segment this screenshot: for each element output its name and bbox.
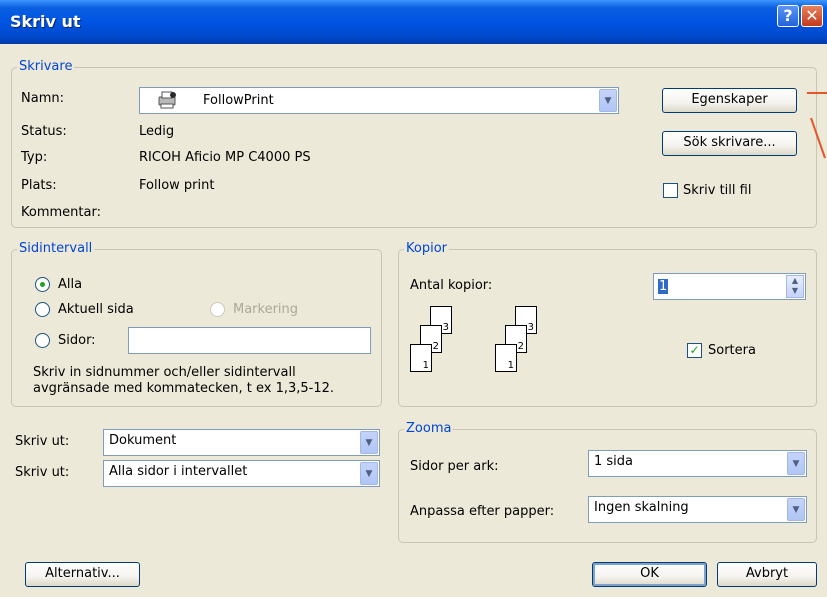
options-button[interactable]: Alternativ... [25, 562, 140, 587]
radio-selection [210, 302, 225, 317]
status-label: Status: [21, 124, 67, 139]
scale-select[interactable]: Ingen skalning ▼ [588, 496, 807, 523]
zoom-group: Zooma [398, 421, 817, 543]
copies-count-value: 1 [658, 279, 669, 294]
chevron-down-icon[interactable]: ▼ [360, 431, 378, 454]
print-what-value: Dokument [109, 433, 177, 448]
chevron-down-icon[interactable]: ▼ [787, 452, 805, 475]
pages-per-sheet-label: Sidor per ark: [410, 459, 499, 474]
properties-button-label: Egenskaper [691, 92, 768, 107]
ok-button-label: OK [640, 566, 659, 581]
radio-pages[interactable] [35, 333, 50, 348]
pages-per-sheet-select[interactable]: 1 sida ▼ [588, 450, 807, 477]
print-to-file-label[interactable]: Skriv till fil [683, 183, 751, 199]
page-icon: 1 [495, 344, 517, 372]
options-button-label: Alternativ... [45, 566, 120, 581]
pages-hint-line1: Skriv in sidnummer och/eller sidinterval… [33, 365, 296, 380]
pages-per-sheet-value: 1 sida [594, 454, 634, 469]
window-title: Skriv ut [10, 12, 81, 31]
location-value: Follow print [139, 178, 215, 193]
print-to-file-checkbox[interactable] [663, 183, 678, 198]
scale-label: Anpassa efter papper: [410, 504, 555, 519]
printer-name-label: Namn: [21, 91, 64, 106]
find-printer-button[interactable]: Sök skrivare... [662, 131, 797, 156]
help-icon: ? [783, 6, 793, 25]
ok-button[interactable]: OK [592, 562, 707, 587]
type-value: RICOH Aficio MP C4000 PS [139, 150, 311, 165]
radio-all[interactable] [35, 277, 50, 292]
collate-label[interactable]: Sortera [708, 343, 756, 359]
copies-count-label: Antal kopior: [410, 278, 493, 293]
page-range-legend: Sidintervall [17, 241, 95, 257]
pages-hint-line2: avgränsade med kommatecken, t ex 1,3,5-1… [33, 381, 335, 396]
print-what-select[interactable]: Dokument ▼ [103, 429, 380, 456]
print-range-select[interactable]: Alla sidor i intervallet ▼ [103, 460, 380, 487]
radio-pages-label[interactable]: Sidor: [58, 333, 96, 349]
printer-group-legend: Skrivare [17, 59, 75, 75]
printer-name-value: FollowPrint [203, 93, 274, 108]
comment-label: Kommentar: [21, 205, 101, 220]
print-range-label: Skriv ut: [15, 465, 70, 480]
status-value: Ledig [139, 124, 175, 139]
copies-legend: Kopior [404, 241, 449, 257]
pages-input[interactable] [128, 327, 371, 354]
cancel-button-label: Avbryt [745, 566, 789, 581]
collate-illustration: 3 2 1 [495, 306, 545, 386]
collate-illustration: 3 2 1 [410, 306, 460, 386]
radio-all-label[interactable]: Alla [58, 277, 82, 293]
cancel-button[interactable]: Avbryt [717, 562, 817, 587]
collate-checkbox[interactable]: ✓ [687, 343, 702, 358]
radio-current-page-label[interactable]: Aktuell sida [58, 302, 134, 318]
type-label: Typ: [21, 150, 48, 165]
scale-value: Ingen skalning [594, 500, 689, 515]
location-label: Plats: [21, 178, 57, 193]
annotation-mark [807, 92, 827, 159]
chevron-down-icon[interactable]: ▼ [360, 462, 378, 485]
title-bar[interactable]: Skriv ut ? ✕ [0, 0, 827, 44]
checkmark-icon: ✓ [689, 343, 700, 357]
properties-button[interactable]: Egenskaper [662, 88, 797, 113]
chevron-down-icon[interactable]: ▼ [599, 89, 617, 112]
zoom-legend: Zooma [404, 421, 454, 437]
chevron-down-icon[interactable]: ▼ [787, 498, 805, 521]
copies-count-input[interactable]: 1 ▲ ▼ [653, 273, 806, 300]
page-icon: 1 [410, 344, 432, 372]
find-printer-button-label: Sök skrivare... [683, 135, 776, 150]
printer-name-select[interactable]: FollowPrint ▼ [139, 87, 619, 114]
printer-icon [156, 91, 178, 109]
print-what-label: Skriv ut: [15, 434, 70, 449]
close-icon: ✕ [805, 6, 819, 25]
close-button[interactable]: ✕ [801, 5, 823, 27]
radio-selection-label: Markering [233, 302, 299, 317]
radio-current-page[interactable] [35, 302, 50, 317]
print-range-value: Alla sidor i intervallet [109, 464, 248, 479]
help-button[interactable]: ? [777, 5, 799, 27]
spinner-arrows-icon[interactable]: ▲ ▼ [786, 275, 804, 298]
